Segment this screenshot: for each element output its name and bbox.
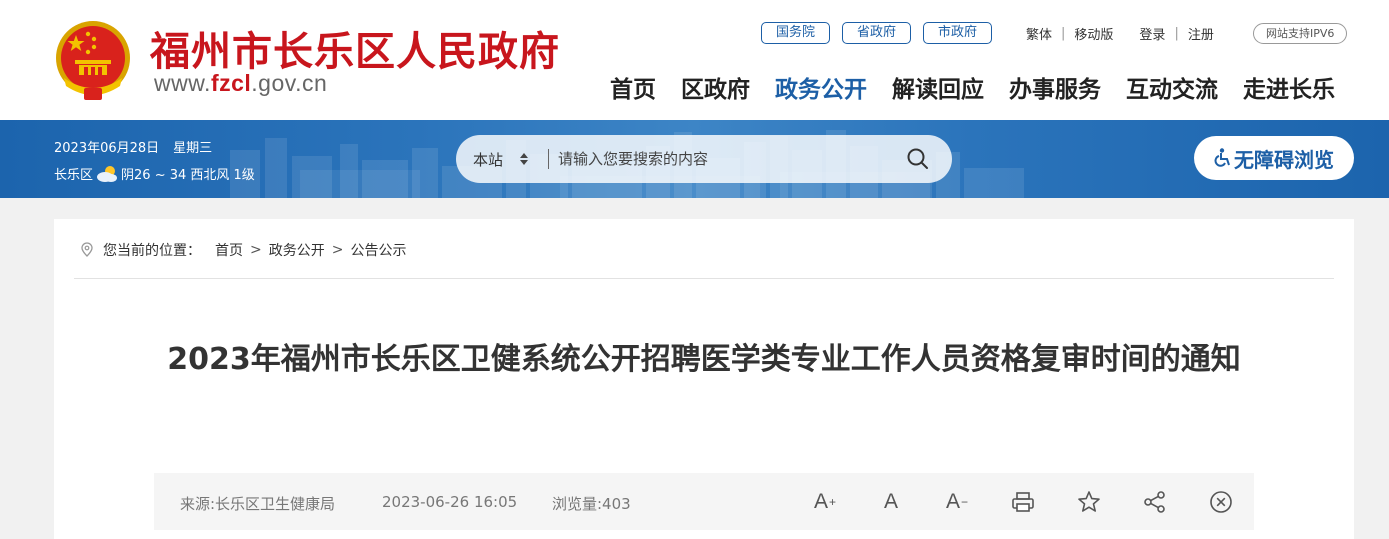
article-source: 来源:长乐区卫生健康局 <box>180 495 336 513</box>
sort-caret-icon[interactable] <box>519 151 529 167</box>
accessibility-label: 无障碍浏览 <box>1234 147 1334 172</box>
breadcrumb-gov-affairs[interactable]: 政务公开 <box>269 240 325 260</box>
url-suffix: .gov.cn <box>251 70 328 96</box>
gov-link-province[interactable]: 省政府 <box>842 22 912 44</box>
breadcrumb-announcements[interactable]: 公告公示 <box>350 240 406 260</box>
nav-gov-affairs[interactable]: 政务公开 <box>775 70 867 104</box>
favorite-star-icon[interactable] <box>1076 489 1102 515</box>
gov-link-state-council[interactable]: 国务院 <box>761 22 831 44</box>
breadcrumb-prefix: 您当前的位置： <box>103 243 201 259</box>
site-header: 福州市长乐区人民政府 www.fzcl.gov.cn 国务院 省政府 市政府 繁… <box>0 0 1389 120</box>
nav-about-changle[interactable]: 走进长乐 <box>1243 70 1335 104</box>
cloudy-sun-icon <box>97 165 118 182</box>
weather-text: 阴26 ~ 34 西北风 1级 <box>121 168 255 183</box>
article-time: 2023-06-26 16:05 <box>382 493 518 511</box>
font-normal-label: A <box>883 490 898 513</box>
font-larger-button[interactable]: A + <box>812 489 838 515</box>
search-scope-select[interactable]: 本站 <box>473 149 503 170</box>
site-title[interactable]: 福州市长乐区人民政府 <box>150 19 560 77</box>
district-name: 长乐区 <box>54 168 94 183</box>
date-line: 2023年06月28日 星期三 <box>54 137 212 156</box>
gov-link-city[interactable]: 市政府 <box>923 22 993 44</box>
font-normal-button[interactable]: A <box>878 489 904 515</box>
mobile-version-link[interactable]: 移动版 <box>1074 24 1113 43</box>
banner: 2023年06月28日星期三 长乐区 阴26 ~ 34 西北风 1级 本站 无障… <box>0 120 1389 198</box>
location-pin-icon <box>81 242 93 257</box>
search-divider <box>548 149 549 169</box>
nav-interaction[interactable]: 互动交流 <box>1126 70 1218 104</box>
traditional-chinese-link[interactable]: 繁体 <box>1026 24 1052 43</box>
article-title: 2023年福州市长乐区卫健系统公开招聘医学类专业工作人员资格复审时间的通知 <box>167 342 1241 377</box>
wheelchair-icon <box>1214 148 1230 167</box>
accessibility-button[interactable]: 无障碍浏览 <box>1194 136 1354 180</box>
search-input[interactable] <box>558 145 888 173</box>
site-url[interactable]: www.fzcl.gov.cn <box>154 70 327 97</box>
login-link[interactable]: 登录 <box>1139 24 1165 43</box>
current-date: 2023年06月28日 <box>54 141 160 156</box>
font-smaller-label: A <box>945 490 960 513</box>
register-link[interactable]: 注册 <box>1188 24 1214 43</box>
print-icon[interactable] <box>1010 489 1036 515</box>
divider <box>74 278 1334 279</box>
main-nav: 首页 区政府 政务公开 解读回应 办事服务 互动交流 走进长乐 <box>610 70 1335 104</box>
breadcrumb-home[interactable]: 首页 <box>215 240 243 260</box>
national-emblem-icon[interactable] <box>54 18 132 102</box>
font-smaller-button[interactable]: A − <box>944 489 970 515</box>
nav-services[interactable]: 办事服务 <box>1009 70 1101 104</box>
current-weekday: 星期三 <box>173 141 213 156</box>
url-highlight: fzcl <box>210 70 252 96</box>
gov-links: 国务院 省政府 市政府 <box>761 22 993 44</box>
utility-links: 繁体 | 移动版 登录 | 注册 <box>1026 24 1214 43</box>
divider: | <box>1061 26 1066 41</box>
chevron-right-icon: > <box>250 242 262 258</box>
breadcrumb: 您当前的位置： 首页 > 政务公开 > 公告公示 <box>80 240 406 260</box>
article-panel: 您当前的位置： 首页 > 政务公开 > 公告公示 2023年福州市长乐区卫健系统… <box>54 219 1354 539</box>
url-prefix: www. <box>154 70 211 96</box>
nav-district-gov[interactable]: 区政府 <box>681 70 750 104</box>
search-box: 本站 <box>456 135 952 183</box>
divider: | <box>1174 26 1179 41</box>
nav-interpretation[interactable]: 解读回应 <box>892 70 984 104</box>
article-views: 浏览量:403 <box>552 495 631 513</box>
search-icon[interactable] <box>906 147 930 171</box>
share-icon[interactable] <box>1142 489 1168 515</box>
article-meta-bar: 来源:长乐区卫生健康局 2023-06-26 16:05 浏览量:403 A + … <box>154 473 1254 530</box>
chevron-right-icon: > <box>331 242 344 258</box>
weather-line: 长乐区 阴26 ~ 34 西北风 1级 <box>54 164 255 183</box>
nav-home[interactable]: 首页 <box>610 70 656 104</box>
font-larger-label: A <box>813 490 828 513</box>
ipv6-badge: 网站支持IPV6 <box>1253 23 1348 44</box>
close-icon[interactable] <box>1208 489 1234 515</box>
